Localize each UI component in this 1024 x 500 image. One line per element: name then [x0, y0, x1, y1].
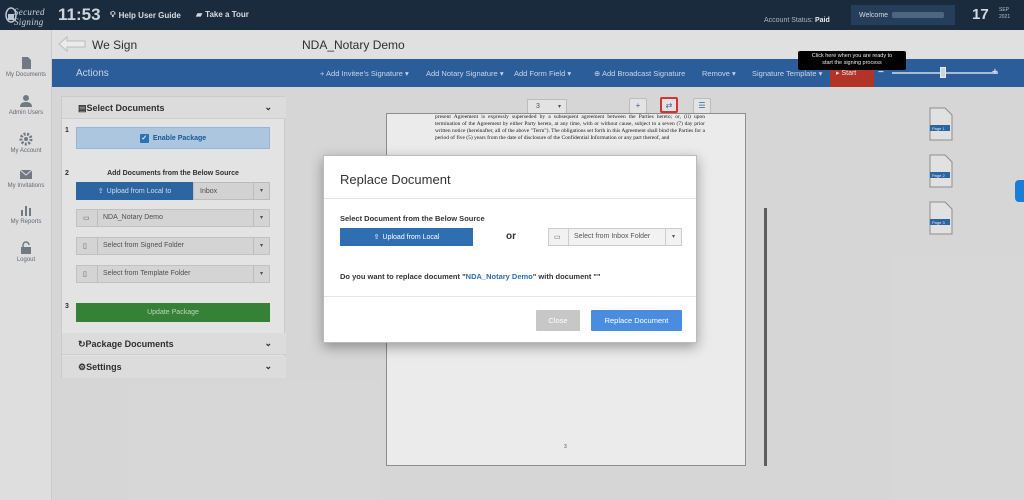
- modal-upload-from-local-button[interactable]: ⇪ Upload from Local: [340, 228, 473, 246]
- replace-question: Do you want to replace document "NDA_Not…: [340, 272, 601, 281]
- current-document-name: NDA_Notary Demo: [465, 272, 533, 281]
- or-label: or: [506, 231, 516, 242]
- close-button[interactable]: Close: [536, 310, 580, 331]
- inbox-folder-select[interactable]: ▭ Select from Inbox Folder ▾: [548, 228, 682, 246]
- upload-icon: ⇪: [373, 234, 380, 241]
- modal-title: Replace Document: [340, 172, 451, 187]
- inbox-tray-icon: ▭: [554, 234, 561, 241]
- caret-down-icon: ▾: [665, 229, 681, 245]
- replace-document-confirm-button[interactable]: Replace Document: [591, 310, 682, 331]
- replace-document-modal: Replace Document Select Document from th…: [323, 155, 697, 343]
- source-label: Select Document from the Below Source: [340, 214, 485, 223]
